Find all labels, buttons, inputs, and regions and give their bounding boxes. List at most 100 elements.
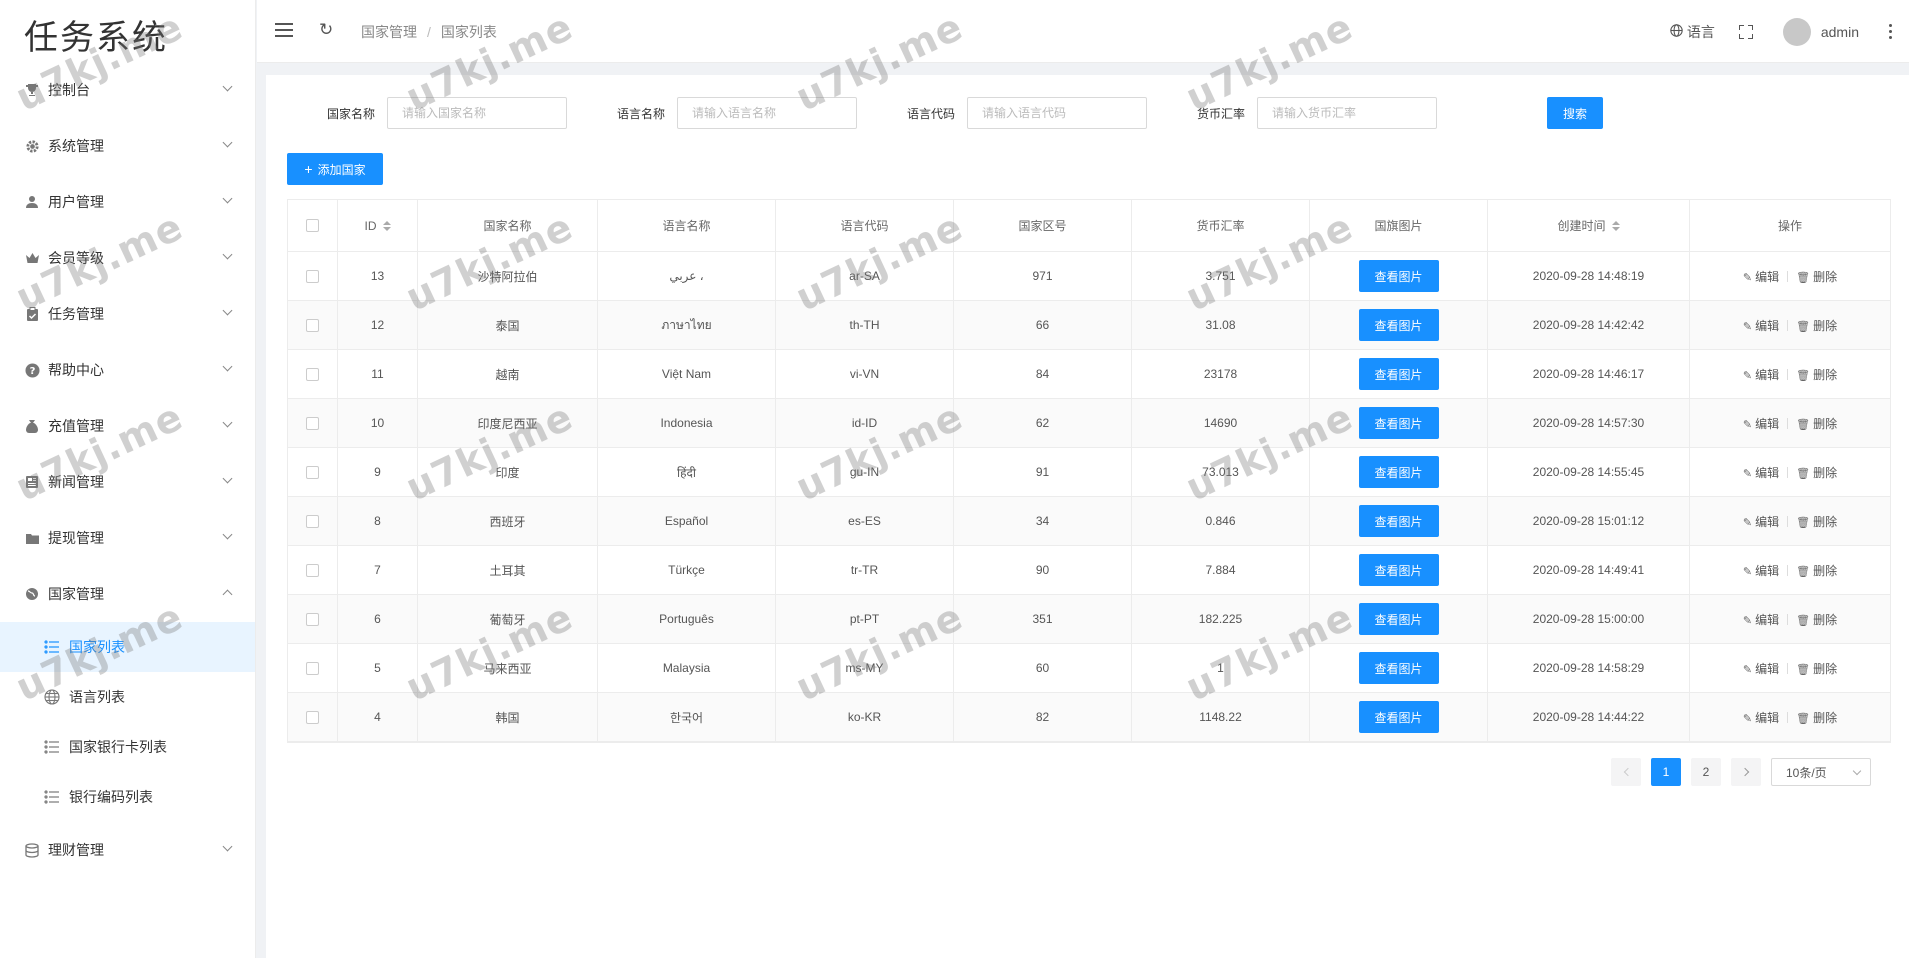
trash-icon: 🗑 <box>1796 320 1811 333</box>
row-checkbox[interactable] <box>306 710 319 724</box>
country-name-input[interactable]: 请输入国家名称 <box>387 97 567 129</box>
row-checkbox[interactable] <box>306 318 319 332</box>
language-switcher[interactable]: 语言 <box>1670 22 1715 42</box>
next-page-button[interactable] <box>1731 758 1761 786</box>
submenu-item-language-list[interactable]: 语言列表 <box>0 672 255 722</box>
sort-icon[interactable] <box>382 220 391 231</box>
cell-exchange-rate: 14690 <box>1132 399 1310 447</box>
edit-button[interactable]: ✎ 编辑 <box>1743 709 1779 726</box>
hamburger-menu-icon[interactable] <box>275 23 293 37</box>
page-button-1[interactable]: 1 <box>1651 758 1681 786</box>
menu-item-country[interactable]: 国家管理 <box>0 566 255 622</box>
menu-item-dashboard[interactable]: 控制台 <box>0 62 255 118</box>
menu-item-users[interactable]: 用户管理 <box>0 174 255 230</box>
submenu-item-bank-code-list[interactable]: 银行编码列表 <box>0 772 255 822</box>
refresh-icon[interactable]: ↻ <box>319 20 333 40</box>
delete-button[interactable]: 🗑 删除 <box>1796 464 1837 481</box>
edit-button[interactable]: ✎ 编辑 <box>1743 513 1779 530</box>
add-country-button[interactable]: + 添加国家 <box>287 153 383 185</box>
row-checkbox[interactable] <box>306 612 319 626</box>
edit-button[interactable]: ✎ 编辑 <box>1743 464 1779 481</box>
delete-button[interactable]: 🗑 删除 <box>1796 415 1837 432</box>
submenu-item-country-list[interactable]: 国家列表 <box>0 622 255 672</box>
view-image-button[interactable]: 查看图片 <box>1358 456 1439 488</box>
view-image-button[interactable]: 查看图片 <box>1358 701 1439 733</box>
delete-button[interactable]: 🗑 删除 <box>1796 562 1837 579</box>
add-country-label: 添加国家 <box>317 162 366 177</box>
delete-button[interactable]: 🗑 删除 <box>1796 366 1837 383</box>
view-image-button[interactable]: 查看图片 <box>1358 260 1439 292</box>
search-button[interactable]: 搜索 <box>1547 97 1603 129</box>
view-image-button[interactable]: 查看图片 <box>1358 407 1439 439</box>
edit-button[interactable]: ✎ 编辑 <box>1743 317 1779 334</box>
edit-button[interactable]: ✎ 编辑 <box>1743 611 1779 628</box>
select-all-checkbox[interactable] <box>306 219 319 232</box>
menu-item-recharge[interactable]: 充值管理 <box>0 398 255 454</box>
column-header-created[interactable]: 创建时间 <box>1488 200 1690 251</box>
breadcrumb-item[interactable]: 国家管理 <box>361 24 417 40</box>
page-button-2[interactable]: 2 <box>1691 758 1721 786</box>
table-row: 11 越南 Việt Nam vi-VN 84 23178 查看图片 2020-… <box>288 350 1890 399</box>
row-actions: ✎ 编辑 🗑 删除 <box>1743 660 1837 677</box>
menu-item-finance[interactable]: 理财管理 <box>0 822 255 878</box>
menu-item-member-level[interactable]: 会员等级 <box>0 230 255 286</box>
edit-button[interactable]: ✎ 编辑 <box>1743 366 1779 383</box>
fullscreen-icon[interactable] <box>1738 24 1753 39</box>
prev-page-button[interactable] <box>1611 758 1641 786</box>
cell-created: 2020-09-28 14:44:22 <box>1488 693 1690 741</box>
trash-icon: 🗑 <box>1796 467 1811 480</box>
row-checkbox[interactable] <box>306 514 319 528</box>
view-image-button[interactable]: 查看图片 <box>1358 505 1439 537</box>
cell-actions: ✎ 编辑 🗑 删除 <box>1690 595 1890 643</box>
language-name-input[interactable]: 请输入语言名称 <box>677 97 857 129</box>
avatar[interactable] <box>1782 17 1811 46</box>
delete-button[interactable]: 🗑 删除 <box>1796 709 1837 726</box>
row-checkbox[interactable] <box>306 661 319 675</box>
delete-button[interactable]: 🗑 删除 <box>1796 317 1837 334</box>
delete-button[interactable]: 🗑 删除 <box>1796 660 1837 677</box>
delete-button[interactable]: 🗑 删除 <box>1796 611 1837 628</box>
cell-area-code: 351 <box>954 595 1132 643</box>
cell-id: 10 <box>338 399 418 447</box>
column-label: 国家名称 <box>483 219 532 233</box>
username[interactable]: admin <box>1821 24 1859 40</box>
edit-label: 编辑 <box>1755 612 1780 627</box>
language-code-input[interactable]: 请输入语言代码 <box>967 97 1147 129</box>
view-image-button[interactable]: 查看图片 <box>1358 554 1439 586</box>
sort-icon[interactable] <box>1611 220 1620 231</box>
view-image-button[interactable]: 查看图片 <box>1358 603 1439 635</box>
edit-button[interactable]: ✎ 编辑 <box>1743 562 1779 579</box>
edit-button[interactable]: ✎ 编辑 <box>1743 415 1779 432</box>
view-image-button[interactable]: 查看图片 <box>1358 358 1439 390</box>
exchange-rate-input[interactable]: 请输入货币汇率 <box>1257 97 1437 129</box>
edit-button[interactable]: ✎ 编辑 <box>1743 660 1779 677</box>
cell-id: 5 <box>338 644 418 692</box>
menu-item-system[interactable]: 系统管理 <box>0 118 255 174</box>
delete-label: 删除 <box>1813 661 1838 676</box>
delete-button[interactable]: 🗑 删除 <box>1796 513 1837 530</box>
column-header-id[interactable]: ID <box>338 200 418 251</box>
delete-button[interactable]: 🗑 删除 <box>1796 268 1837 285</box>
main-content: 国家名称 请输入国家名称 语言名称 请输入语言名称 语言代码 请输入语言代码 货… <box>266 75 1909 958</box>
row-checkbox[interactable] <box>306 269 319 283</box>
row-actions: ✎ 编辑 🗑 删除 <box>1743 562 1837 579</box>
row-checkbox[interactable] <box>306 563 319 577</box>
cell-created: 2020-09-28 15:00:00 <box>1488 595 1690 643</box>
cell-language-code: tr-TR <box>776 546 954 594</box>
menu-item-news[interactable]: 新闻管理 <box>0 454 255 510</box>
row-checkbox[interactable] <box>306 416 319 430</box>
submenu-item-country-bank-card-list[interactable]: 国家银行卡列表 <box>0 722 255 772</box>
row-checkbox[interactable] <box>306 465 319 479</box>
view-image-button[interactable]: 查看图片 <box>1358 309 1439 341</box>
view-image-button[interactable]: 查看图片 <box>1358 652 1439 684</box>
edit-button[interactable]: ✎ 编辑 <box>1743 268 1779 285</box>
page-size-value: 10条/页 <box>1786 765 1827 780</box>
more-vertical-icon[interactable] <box>1889 24 1893 39</box>
chevron-down-icon <box>222 249 233 260</box>
menu-item-tasks[interactable]: 任务管理 <box>0 286 255 342</box>
page-size-select[interactable]: 10条/页 <box>1771 758 1871 786</box>
crown-icon <box>24 250 40 266</box>
menu-item-help[interactable]: ? 帮助中心 <box>0 342 255 398</box>
menu-item-withdraw[interactable]: 提现管理 <box>0 510 255 566</box>
row-checkbox[interactable] <box>306 367 319 381</box>
